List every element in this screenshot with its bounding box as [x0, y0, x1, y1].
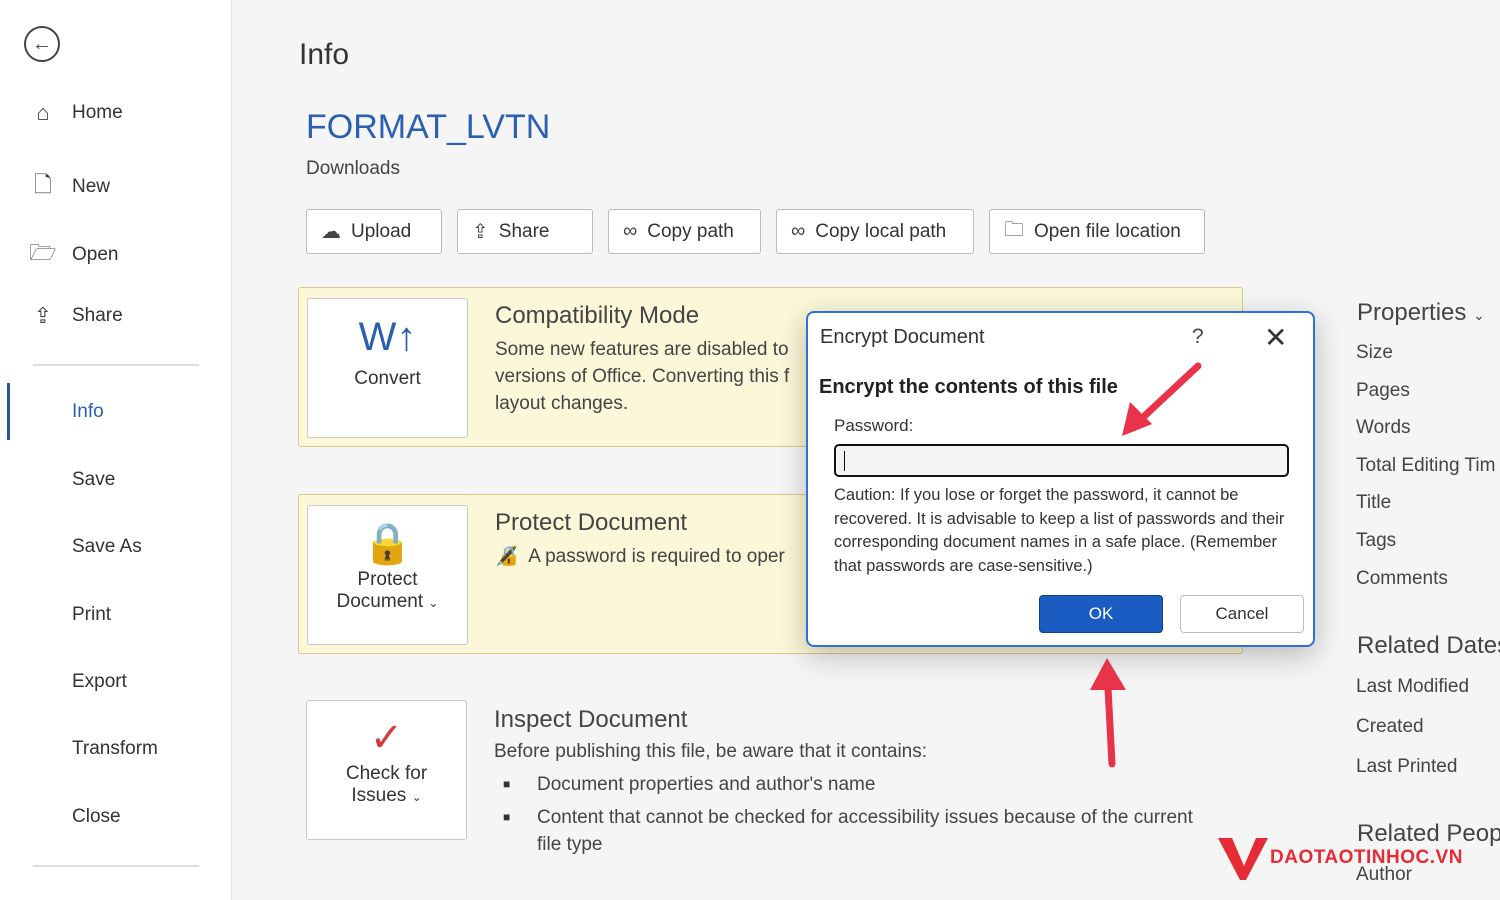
watermark-logo: DAOTAOTINHOC.VN [1218, 836, 1463, 880]
annotation-arrows [1090, 362, 1202, 768]
arrow-to-ok-icon [1090, 658, 1126, 768]
logo-mark-icon [1218, 838, 1268, 880]
arrow-to-password-icon [1122, 362, 1202, 436]
